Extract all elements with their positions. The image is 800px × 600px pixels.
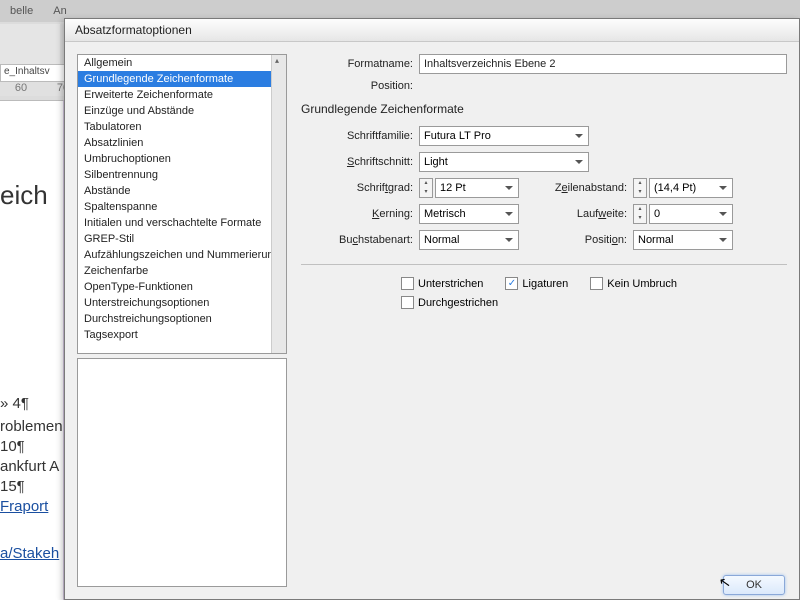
bg-menu: An <box>53 5 66 17</box>
scrollbar[interactable] <box>271 55 286 353</box>
kerning-combo[interactable]: Metrisch <box>419 204 519 224</box>
ok-button[interactable]: OK <box>723 575 785 595</box>
leading-spinner[interactable]: ▴▾ <box>633 178 647 198</box>
category-item[interactable]: Tabulatoren <box>78 119 286 135</box>
category-item[interactable]: Zeichenfarbe <box>78 263 286 279</box>
font-size-combo[interactable]: 12 Pt <box>435 178 519 198</box>
bg-menu: belle <box>10 5 33 17</box>
position-label: Position: <box>301 80 419 92</box>
category-item[interactable]: OpenType-Funktionen <box>78 279 286 295</box>
dialog-title: Absatzformatoptionen <box>65 19 799 42</box>
category-item[interactable]: Absatzlinien <box>78 135 286 151</box>
formatname-label: Formatname: <box>301 58 419 70</box>
formatname-input[interactable] <box>419 54 787 74</box>
font-family-label: Schriftfamilie: <box>301 130 419 142</box>
position-field-label: Position: <box>519 234 633 246</box>
category-preview-box <box>77 358 287 587</box>
category-item[interactable]: Allgemein <box>78 55 286 71</box>
tracking-label: Laufweite: <box>519 208 633 220</box>
category-item[interactable]: Abstände <box>78 183 286 199</box>
category-item[interactable]: Erweiterte Zeichenformate <box>78 87 286 103</box>
font-style-label: Schriftschnitt: <box>301 156 419 168</box>
strikethrough-checkbox[interactable]: Durchgestrichen <box>401 296 498 309</box>
category-item[interactable]: Einzüge und Abstände <box>78 103 286 119</box>
category-item[interactable]: Silbentrennung <box>78 167 286 183</box>
underline-checkbox[interactable]: Unterstrichen <box>401 277 483 290</box>
case-label: Buchstabenart: <box>301 234 419 246</box>
kerning-label: Kerning: <box>301 208 419 220</box>
tracking-combo[interactable]: 0 <box>649 204 733 224</box>
font-size-label: Schriftgrad: <box>301 182 419 194</box>
category-item[interactable]: Initialen und verschachtelte Formate <box>78 215 286 231</box>
paragraph-style-options-dialog: Absatzformatoptionen AllgemeinGrundlegen… <box>64 18 800 600</box>
leading-combo[interactable]: (14,4 Pt) <box>649 178 733 198</box>
case-combo[interactable]: Normal <box>419 230 519 250</box>
category-item[interactable]: Spaltenspanne <box>78 199 286 215</box>
ligatures-checkbox[interactable]: ✓Ligaturen <box>505 277 568 290</box>
section-title: Grundlegende Zeichenformate <box>301 102 787 116</box>
font-family-combo[interactable]: Futura LT Pro <box>419 126 589 146</box>
font-style-combo[interactable]: Light <box>419 152 589 172</box>
nobreak-checkbox[interactable]: Kein Umbruch <box>590 277 677 290</box>
category-item[interactable]: Umbruchoptionen <box>78 151 286 167</box>
position-combo[interactable]: Normal <box>633 230 733 250</box>
category-item[interactable]: Tagsexport <box>78 327 286 343</box>
tracking-spinner[interactable]: ▴▾ <box>633 204 647 224</box>
category-list[interactable]: AllgemeinGrundlegende ZeichenformateErwe… <box>77 54 287 354</box>
category-item[interactable]: Unterstreichungsoptionen <box>78 295 286 311</box>
category-item[interactable]: Durchstreichungsoptionen <box>78 311 286 327</box>
size-spinner[interactable]: ▴▾ <box>419 178 433 198</box>
category-item[interactable]: Aufzählungszeichen und Nummerierung <box>78 247 286 263</box>
category-item[interactable]: Grundlegende Zeichenformate <box>78 71 286 87</box>
leading-label: Zeilenabstand: <box>519 182 633 194</box>
category-item[interactable]: GREP-Stil <box>78 231 286 247</box>
